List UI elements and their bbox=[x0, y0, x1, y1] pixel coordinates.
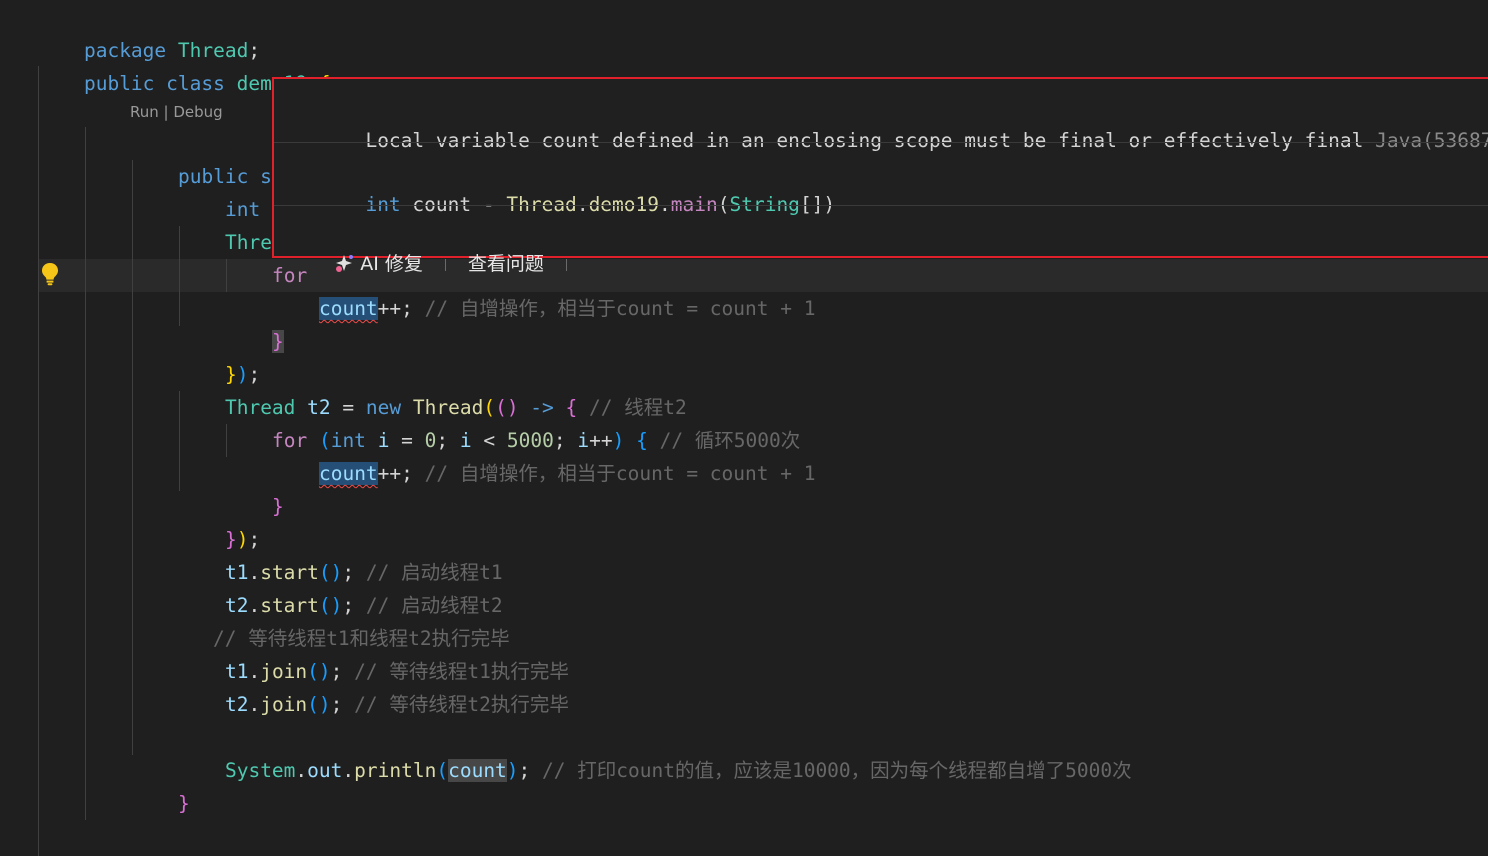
code-line[interactable]: public class demo19 { bbox=[37, 34, 331, 95]
paren: ) bbox=[506, 759, 519, 782]
brace: } bbox=[271, 495, 284, 518]
code-line[interactable]: } bbox=[131, 754, 190, 815]
indent-guide bbox=[38, 66, 39, 856]
view-problem-button[interactable]: 查看问题 bbox=[468, 249, 544, 279]
method-call: join bbox=[260, 693, 308, 716]
ai-fix-button[interactable]: AI 修复 bbox=[334, 249, 423, 279]
paren: ( bbox=[436, 759, 449, 782]
brace: } bbox=[177, 792, 190, 815]
divider bbox=[274, 205, 1488, 206]
variable: t2 bbox=[224, 693, 249, 716]
code-line[interactable]: for (int i = 0; i < 5000; i++) { // 循环50… bbox=[225, 391, 800, 452]
ai-sparkle-icon bbox=[334, 252, 356, 272]
code-editor[interactable]: package Thread; public class demo19 { Ru… bbox=[0, 0, 1488, 856]
variable-error[interactable]: count bbox=[318, 297, 378, 320]
action-bar: AI 修复 查看问题 bbox=[298, 219, 589, 275]
punctuation: ; bbox=[518, 759, 531, 782]
error-hover-popup[interactable]: Local variable count defined in an enclo… bbox=[272, 77, 1488, 275]
code-line[interactable]: // 等待线程t1和线程t2执行完毕 bbox=[166, 589, 510, 650]
error-message: Local variable count defined in an enclo… bbox=[365, 129, 1364, 152]
comment: // 自增操作，相当于count = count + 1 bbox=[424, 462, 816, 485]
error-source: Java(536871575) bbox=[1375, 129, 1488, 152]
divider bbox=[274, 142, 1488, 143]
code-line[interactable]: count++; // 自增操作，相当于count = count + 1 bbox=[272, 424, 815, 485]
code-line[interactable]: }); bbox=[178, 325, 260, 386]
signature-row: int count - Thread.demo19.main(String[]) bbox=[295, 157, 835, 216]
comment: // 等待线程t2执行完毕 bbox=[354, 693, 569, 716]
field: out bbox=[307, 759, 343, 782]
error-message-row: Local variable count defined in an enclo… bbox=[295, 93, 1488, 152]
brace: } bbox=[271, 330, 284, 353]
indent-guide bbox=[85, 127, 86, 820]
separator bbox=[565, 259, 567, 271]
punctuation: . bbox=[342, 759, 355, 782]
type-name: System bbox=[224, 759, 296, 782]
indent-guide bbox=[132, 160, 133, 755]
separator bbox=[444, 259, 446, 271]
code-line[interactable]: package Thread; bbox=[37, 1, 260, 62]
code-line[interactable]: t1.start(); // 启动线程t1 bbox=[178, 523, 503, 584]
punctuation: . bbox=[295, 759, 308, 782]
code-line[interactable]: t2.join(); // 等待线程t2执行完毕 bbox=[178, 655, 569, 716]
code-line[interactable]: } bbox=[225, 457, 284, 518]
comment: // 自增操作，相当于count = count + 1 bbox=[424, 297, 816, 320]
variable-error[interactable]: count bbox=[318, 462, 378, 485]
keyword: class bbox=[166, 72, 225, 95]
comment: // 打印count的值，应该是10000，因为每个线程都自增了5000次 bbox=[542, 759, 1132, 782]
code-line[interactable]: } bbox=[84, 820, 143, 853]
codelens-run-debug[interactable]: Run | Debug bbox=[130, 103, 223, 121]
variable: count bbox=[448, 759, 507, 782]
code-line[interactable]: Thread t2 = new Thread(() -> { // 线程t2 bbox=[178, 358, 687, 419]
view-problem-label: 查看问题 bbox=[467, 253, 544, 275]
ai-fix-label: AI 修复 bbox=[360, 253, 423, 275]
method-call: println bbox=[354, 759, 437, 782]
operator: ++; bbox=[377, 462, 413, 485]
punctuation: . bbox=[248, 693, 261, 716]
lightbulb-icon[interactable] bbox=[40, 262, 60, 286]
code-line[interactable]: }); bbox=[178, 490, 260, 551]
paren: () bbox=[307, 693, 331, 716]
punctuation: ; bbox=[330, 693, 343, 716]
code-line[interactable]: t2.start(); // 启动线程t2 bbox=[178, 556, 503, 617]
code-line[interactable]: System.out.println(count); // 打印count的值，… bbox=[178, 721, 1132, 782]
code-line[interactable]: t1.join(); // 等待线程t1执行完毕 bbox=[178, 622, 569, 683]
code-line[interactable]: } bbox=[225, 292, 284, 353]
keyword: public bbox=[83, 72, 155, 95]
operator: ++; bbox=[377, 297, 413, 320]
